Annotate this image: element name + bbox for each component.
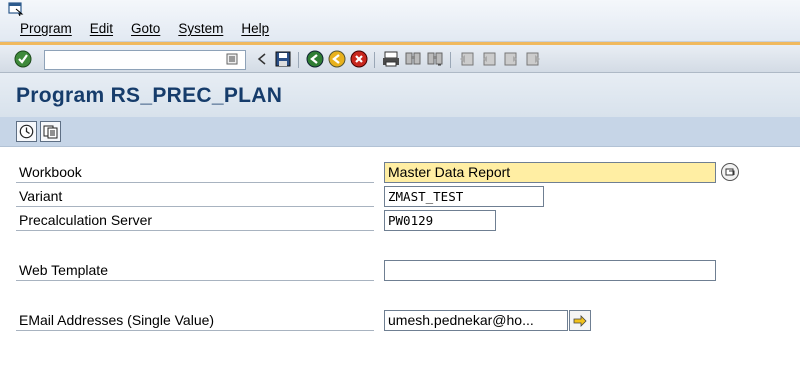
menu-system[interactable]: System [178, 21, 223, 36]
workbook-label: Workbook [16, 162, 374, 183]
menu-toggle-icon[interactable] [8, 2, 24, 16]
variant-field[interactable]: ZMAST_TEST [384, 186, 544, 207]
enter-check-icon[interactable] [14, 50, 32, 68]
title-bar: Program RS_PREC_PLAN [0, 73, 800, 117]
next-page-icon[interactable] [502, 50, 520, 68]
workbook-field[interactable]: Master Data Report [384, 162, 716, 183]
collapse-arrow-icon[interactable] [253, 50, 271, 68]
selection-screen: Workbook Master Data Report Variant ZMAS… [0, 147, 800, 388]
menu-edit[interactable]: Edit [90, 21, 113, 36]
page-title: Program RS_PREC_PLAN [16, 84, 283, 107]
find-icon[interactable] [404, 50, 422, 68]
print-icon[interactable] [382, 50, 400, 68]
variant-label: Variant [16, 186, 374, 207]
cancel-red-icon[interactable] [350, 50, 368, 68]
menu-goto[interactable]: Goto [131, 21, 160, 36]
multiple-selection-arrow-icon[interactable] [569, 310, 591, 331]
save-icon[interactable] [274, 50, 292, 68]
email-addresses-field[interactable]: umesh.pednekar@ho... [384, 310, 568, 331]
email-addresses-label: EMail Addresses (Single Value) [16, 310, 374, 331]
application-toolbar [0, 117, 800, 147]
exit-yellow-icon[interactable] [328, 50, 346, 68]
web-template-label: Web Template [16, 260, 374, 281]
standard-toolbar [0, 42, 800, 73]
menu-program[interactable]: Program [20, 21, 72, 36]
last-page-icon[interactable] [524, 50, 542, 68]
previous-page-icon[interactable] [480, 50, 498, 68]
web-template-field[interactable] [384, 260, 716, 281]
precalculation-server-label: Precalculation Server [16, 210, 374, 231]
command-field[interactable] [44, 50, 246, 70]
execute-icon[interactable] [16, 121, 37, 142]
menu-bar: Program Edit Goto System Help [0, 0, 800, 42]
command-history-icon[interactable] [224, 51, 240, 67]
back-green-icon[interactable] [306, 50, 324, 68]
find-next-icon[interactable] [426, 50, 444, 68]
precalculation-server-field[interactable]: PW0129 [384, 210, 496, 231]
workbook-value-help-icon[interactable] [721, 163, 739, 181]
get-variant-icon[interactable] [40, 121, 61, 142]
first-page-icon[interactable] [458, 50, 476, 68]
menu-help[interactable]: Help [241, 21, 269, 36]
